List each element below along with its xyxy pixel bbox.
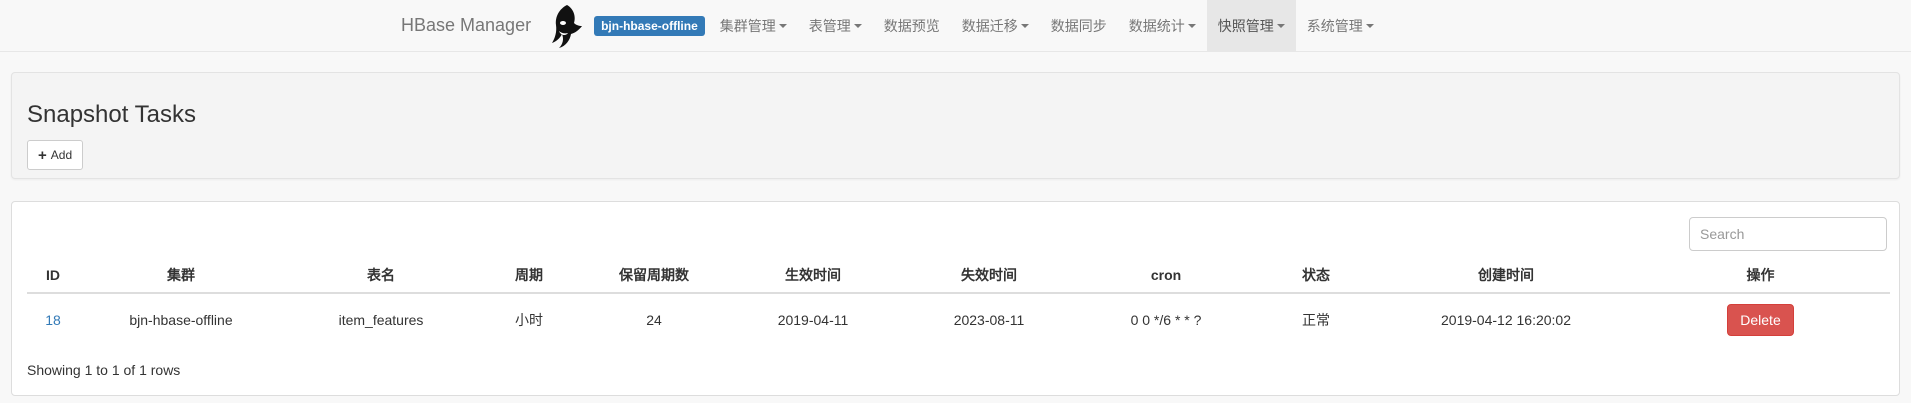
nav-item-label: 表管理 — [808, 17, 851, 34]
table-row: 18 bjn-hbase-offline item_features 小时 24… — [27, 293, 1890, 345]
cell-created: 2019-04-12 16:20:02 — [1441, 311, 1571, 328]
cell-cron: 0 0 */6 * * ? — [1130, 311, 1202, 328]
search-input[interactable] — [1689, 217, 1887, 251]
navbar-content: HBase Manager bjn-hbase-offline 集群管理 表管理… — [392, 0, 1385, 51]
cluster-badge[interactable]: bjn-hbase-offline — [594, 15, 705, 36]
caret-down-icon — [1365, 23, 1374, 28]
orca-logo-icon — [546, 0, 588, 51]
nav-data-migration[interactable]: 数据迁移 — [951, 0, 1040, 51]
nav-item-label: 数据迁移 — [961, 17, 1018, 34]
caret-down-icon — [853, 23, 862, 28]
nav-item-label: 快照管理 — [1217, 17, 1274, 34]
col-header-created[interactable]: 创建时间 — [1381, 257, 1631, 294]
col-header-end[interactable]: 失效时间 — [897, 257, 1081, 294]
col-header-cron[interactable]: cron — [1081, 257, 1251, 294]
col-header-id[interactable]: ID — [27, 257, 79, 294]
page-title: Snapshot Tasks — [27, 101, 196, 128]
cell-cluster: bjn-hbase-offline — [129, 311, 233, 328]
col-header-start[interactable]: 生效时间 — [729, 257, 897, 294]
cell-retain: 24 — [646, 311, 662, 328]
nav-table-management[interactable]: 表管理 — [798, 0, 873, 51]
top-navbar: HBase Manager bjn-hbase-offline 集群管理 表管理… — [0, 0, 1911, 52]
nav-data-preview[interactable]: 数据预览 — [873, 0, 951, 51]
snapshot-tasks-panel: ID 集群 表名 周期 保留周期数 生效时间 失效时间 cron 状态 创建时间… — [11, 201, 1900, 396]
cell-actions: Delete — [1631, 293, 1890, 345]
brand-title[interactable]: HBase Manager — [392, 15, 546, 36]
caret-down-icon — [1020, 23, 1029, 28]
caret-down-icon — [778, 23, 787, 28]
cell-id: 18 — [27, 293, 79, 345]
delete-button[interactable]: Delete — [1727, 303, 1794, 336]
caret-down-icon — [1187, 23, 1196, 28]
snapshot-tasks-table: ID 集群 表名 周期 保留周期数 生效时间 失效时间 cron 状态 创建时间… — [27, 257, 1890, 345]
nav-snapshot-management[interactable]: 快照管理 — [1206, 0, 1296, 51]
cell-status: 正常 — [1302, 311, 1330, 328]
nav-item-label: 数据统计 — [1128, 17, 1185, 34]
caret-down-icon — [1276, 23, 1285, 28]
col-header-table[interactable]: 表名 — [283, 257, 479, 294]
col-header-cluster[interactable]: 集群 — [79, 257, 283, 294]
task-id-link[interactable]: 18 — [45, 312, 61, 328]
cell-start: 2019-04-11 — [777, 311, 849, 328]
nav-data-statistics[interactable]: 数据统计 — [1118, 0, 1207, 51]
page-header-panel: Snapshot Tasks + Add — [11, 72, 1900, 179]
nav-item-label: 集群管理 — [719, 17, 776, 34]
cell-end: 2023-08-11 — [953, 311, 1025, 328]
plus-icon: + — [38, 146, 47, 164]
nav-item-label: 系统管理 — [1306, 17, 1363, 34]
pagination-info: Showing 1 to 1 of 1 rows — [27, 362, 181, 378]
col-header-actions[interactable]: 操作 — [1631, 257, 1890, 294]
cell-table: item_features — [338, 311, 424, 328]
nav-cluster-management[interactable]: 集群管理 — [709, 0, 798, 51]
cell-period: 小时 — [515, 311, 543, 328]
table-header-row: ID 集群 表名 周期 保留周期数 生效时间 失效时间 cron 状态 创建时间… — [27, 257, 1890, 294]
add-button-label: Add — [50, 148, 73, 162]
nav-data-sync[interactable]: 数据同步 — [1040, 0, 1118, 51]
nav-system-management[interactable]: 系统管理 — [1296, 0, 1385, 51]
col-header-status[interactable]: 状态 — [1251, 257, 1381, 294]
col-header-retain[interactable]: 保留周期数 — [579, 257, 729, 294]
nav-item-label: 数据同步 — [1050, 17, 1107, 34]
add-button[interactable]: + Add — [27, 140, 84, 170]
col-header-period[interactable]: 周期 — [479, 257, 579, 294]
nav-item-label: 数据预览 — [883, 17, 940, 34]
